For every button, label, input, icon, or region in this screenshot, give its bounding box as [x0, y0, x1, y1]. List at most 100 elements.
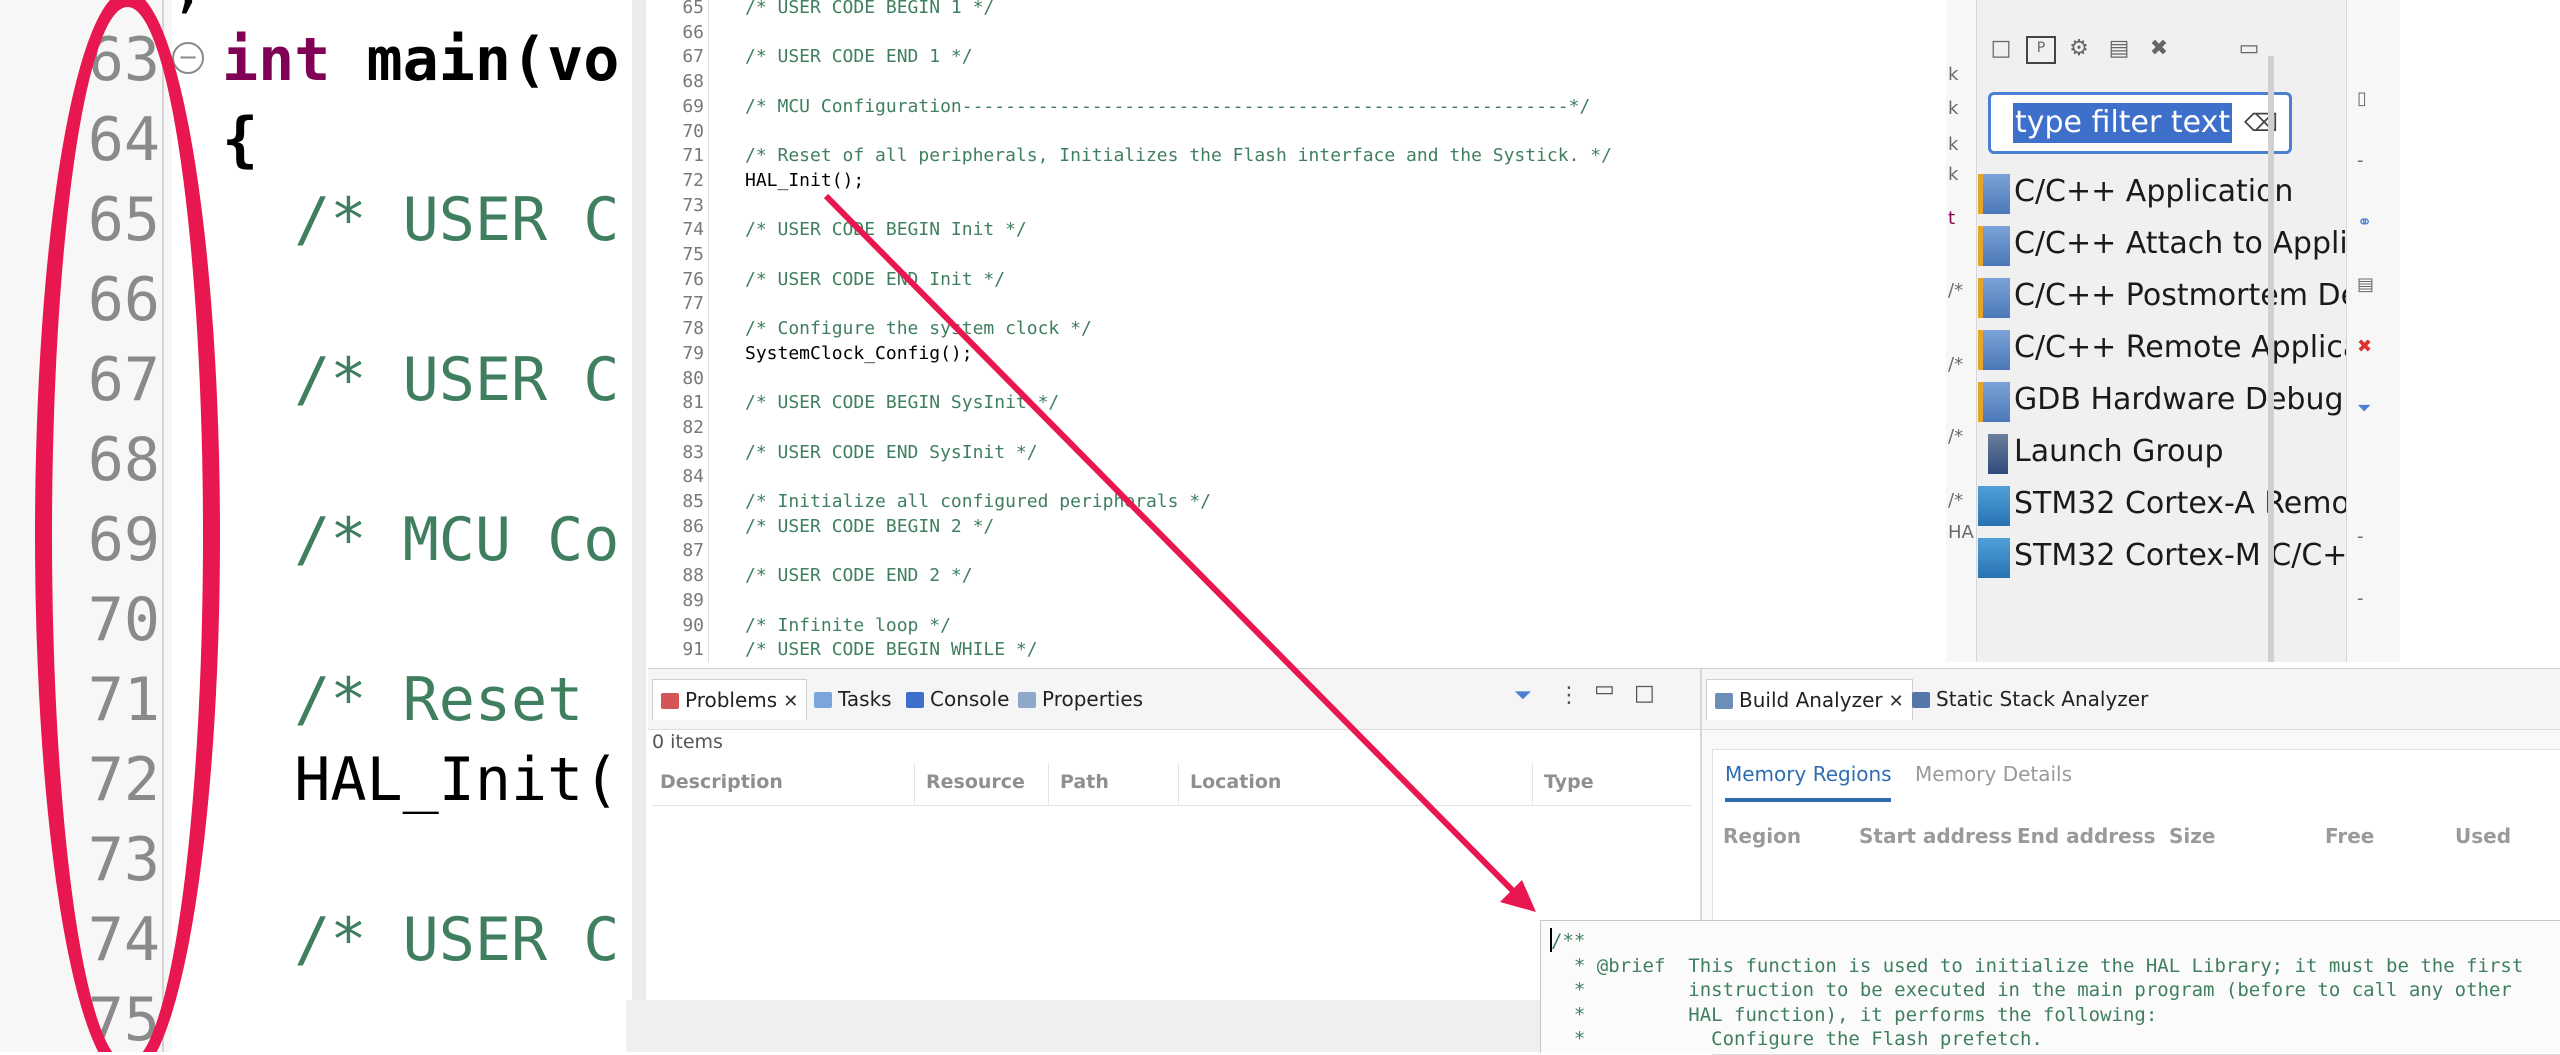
right-toolbar-strip: ▯ - ⚭ ▤ ✖ ⏷ - -	[2346, 0, 2400, 662]
tab-label: Console	[930, 687, 1010, 711]
list-item[interactable]: C/C++ Attach to Applic	[1978, 218, 2364, 270]
console-icon	[906, 692, 924, 708]
code-line[interactable]: /* USER CODE END 2 */	[745, 564, 973, 589]
code-line[interactable]: /* MCU Configuration--------------------…	[745, 95, 1590, 120]
tab-label: Problems	[685, 688, 778, 712]
view-menu-icon[interactable]: ⋮	[1558, 683, 1580, 708]
tab-label: Properties	[1042, 687, 1144, 711]
panel-sash[interactable]	[2268, 56, 2274, 662]
stm32-icon	[1978, 538, 2010, 578]
fold-toggle-icon[interactable]: −	[172, 42, 204, 74]
build-analyzer-icon	[1715, 693, 1733, 709]
zoomed-top-fragment: ;	[170, 0, 206, 20]
launch-type-icon	[1978, 382, 2010, 422]
file-icon: ▯	[2357, 88, 2367, 109]
list-item[interactable]: Launch Group	[1978, 426, 2308, 478]
list-item[interactable]: C/C++ Remote Applica	[1978, 322, 2361, 374]
column-free[interactable]: Free	[2325, 824, 2374, 848]
column-description[interactable]: Description	[660, 771, 783, 793]
tab-label: Build Analyzer	[1739, 688, 1883, 712]
column-region[interactable]: Region	[1723, 824, 1801, 848]
code-line[interactable]: /* USER CODE BEGIN SysInit */	[745, 391, 1059, 416]
code-line[interactable]: /* USER CODE BEGIN Init */	[745, 218, 1027, 243]
code-line[interactable]: /* USER CODE END SysInit */	[745, 441, 1038, 466]
code-editor[interactable]: 65 66 67 68 69 70 71 72 73 74 75 76 77 78 79 80 81 82 83 84…	[646, 0, 1946, 662]
code-line[interactable]: /* Configure the system clock */	[745, 317, 1092, 342]
tab-console[interactable]: Console	[906, 681, 1009, 717]
doc-line: * @brief This function is used to initia…	[1551, 954, 2524, 977]
column-type[interactable]: Type	[1544, 771, 1594, 793]
keyword: int	[222, 25, 331, 95]
code-line: /* USER C	[222, 345, 620, 415]
properties-icon	[1018, 692, 1036, 708]
tab-problems[interactable]: Problems ✕	[652, 679, 808, 720]
doc-icon: ▤	[2357, 274, 2375, 295]
code-line[interactable]: /* Reset of all peripherals, Initializes…	[745, 144, 1612, 169]
list-item[interactable]: GDB Hardware Debug	[1978, 374, 2344, 426]
doc-line: * instruction to be executed in the main…	[1551, 979, 2512, 1001]
column-end-address[interactable]: End address	[2017, 824, 2156, 848]
code-line[interactable]: /* USER CODE BEGIN WHILE */	[745, 638, 1038, 662]
line-number: 68	[682, 71, 704, 93]
list-item-label: GDB Hardware Debug	[2014, 382, 2344, 417]
column-separator[interactable]	[1048, 763, 1049, 805]
list-item[interactable]: C/C++ Application	[1978, 166, 2308, 218]
code-line[interactable]: SystemClock_Config();	[745, 342, 973, 367]
code-line: /* USER C	[222, 905, 620, 975]
filter-icon: ⏷	[2357, 398, 2372, 419]
outline-mark: k	[1948, 134, 1959, 155]
outline-mark: /*	[1948, 280, 1964, 301]
line-number: 71	[682, 145, 704, 167]
close-icon[interactable]: ✕	[783, 691, 798, 712]
tab-memory-details[interactable]: Memory Details	[1915, 762, 2072, 786]
tasks-icon	[814, 692, 832, 708]
line-number: 76	[682, 268, 704, 290]
tab-static-stack-analyzer[interactable]: Static Stack Analyzer	[1912, 681, 2148, 717]
column-size[interactable]: Size	[2169, 824, 2215, 848]
column-separator[interactable]	[1178, 763, 1179, 805]
line-number: 66	[682, 21, 704, 43]
column-resource[interactable]: Resource	[926, 771, 1025, 793]
problems-table-header: Description Resource Path Location Type	[652, 763, 1692, 806]
list-item[interactable]: STM32 Cortex-M C/C+	[1978, 530, 2347, 582]
outline-mark: /*	[1948, 490, 1964, 511]
outline-mark: t	[1948, 208, 1956, 229]
code-line[interactable]: HAL_Init();	[745, 169, 864, 194]
code-line[interactable]: /* USER CODE END 1 */	[745, 45, 973, 70]
tab-tasks[interactable]: Tasks	[814, 681, 892, 717]
maximize-icon[interactable]: □	[1634, 681, 1655, 706]
column-location[interactable]: Location	[1190, 771, 1281, 793]
line-number: 88	[682, 565, 704, 587]
doc-line: * HAL function), it performs the followi…	[1551, 1003, 2158, 1026]
list-item[interactable]: STM32 Cortex-A Remo	[1978, 478, 2350, 530]
launch-type-icon	[1978, 278, 2010, 318]
code-line[interactable]: /* Infinite loop */	[745, 614, 951, 639]
tab-properties[interactable]: Properties	[1018, 681, 1143, 717]
line-number: 72	[682, 169, 704, 191]
error-icon: ✖	[2357, 336, 2373, 357]
code-line[interactable]: /* USER CODE END Init */	[745, 268, 1005, 293]
code-line: /* USER C	[222, 185, 620, 255]
filter-icon[interactable]: ⏷	[1514, 683, 1532, 708]
code-line[interactable]: /* USER CODE BEGIN 1 */	[745, 0, 994, 21]
launch-group-icon	[1988, 434, 2008, 474]
outline-mark: k	[1948, 98, 1959, 119]
column-start-address[interactable]: Start address	[1859, 824, 2012, 848]
column-separator[interactable]	[1532, 763, 1533, 805]
code-line[interactable]: /* Initialize all configured peripherals…	[745, 490, 1211, 515]
line-number: 83	[682, 441, 704, 463]
code-text: {	[222, 105, 259, 175]
column-separator[interactable]	[914, 763, 915, 805]
column-used[interactable]: Used	[2455, 824, 2511, 848]
column-path[interactable]: Path	[1060, 771, 1109, 793]
tab-build-analyzer[interactable]: Build Analyzer ✕	[1706, 679, 1913, 720]
minimize-icon[interactable]: ▭	[1594, 677, 1615, 702]
close-icon[interactable]: ✕	[1889, 691, 1904, 712]
launch-config-panel: k k k k t/*/*/*/* HA □ P ⚙ ▤ ✖ ▭ type filter …	[1946, 0, 2400, 662]
line-number: 67	[682, 46, 704, 68]
launch-type-icon	[1978, 226, 2010, 266]
list-item[interactable]: C/C++ Postmortem De	[1978, 270, 2359, 322]
tab-memory-regions[interactable]: Memory Regions	[1725, 762, 1892, 786]
list-item-label: C/C++ Postmortem De	[2014, 278, 2360, 313]
code-line[interactable]: /* USER CODE BEGIN 2 */	[745, 515, 994, 540]
